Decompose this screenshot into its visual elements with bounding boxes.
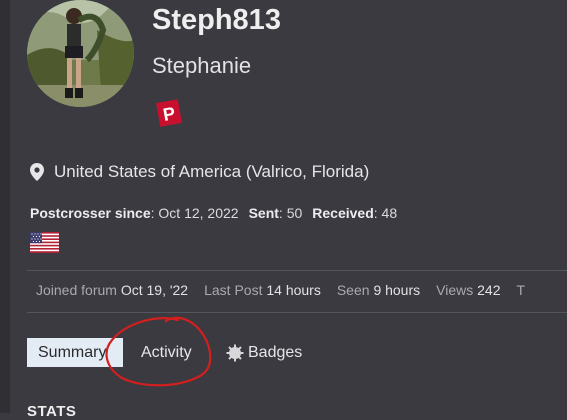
- seen-label: Seen: [336, 282, 370, 298]
- postcrosser-since-value: : Oct 12, 2022: [150, 205, 239, 221]
- map-pin-icon: [30, 163, 44, 181]
- avatar[interactable]: [27, 0, 134, 107]
- us-flag-icon: [30, 232, 59, 253]
- forum-trailing-text: T: [516, 282, 526, 298]
- views-value: 242: [477, 282, 501, 298]
- red-annotation-circle: [105, 316, 212, 387]
- location-text: United States of America (Valrico, Flori…: [54, 162, 370, 181]
- sent-value: : 50: [278, 205, 303, 221]
- postcrossing-logo-icon: P: [155, 98, 183, 128]
- received-value: : 48: [373, 205, 398, 221]
- location: United States of America (Valrico, Flori…: [30, 162, 369, 182]
- tab-badges-label: Badges: [248, 344, 303, 361]
- section-heading-stats: STATS: [27, 403, 77, 420]
- seen-value: 9 hours: [373, 282, 421, 298]
- last-post-label: Last Post: [204, 282, 263, 298]
- profile-photo: [27, 0, 134, 107]
- last-post-value: 14 hours: [266, 282, 321, 298]
- profile-full-name: Stephanie: [152, 53, 252, 78]
- tab-summary-label: Summary: [38, 343, 107, 361]
- received-label: Received: [312, 205, 374, 221]
- forum-stats: Joined forum Oct 19, '22 Last Post 14 hou…: [36, 282, 525, 298]
- left-strip: [0, 0, 10, 413]
- profile-username: Steph813: [152, 4, 281, 36]
- postcrossing-stats: Postcrosser since: Oct 12, 2022 Sent: 50 R…: [30, 205, 397, 221]
- joined-forum-label: Joined forum: [36, 282, 117, 298]
- joined-forum-value: Oct 19, '22: [120, 282, 189, 298]
- views-label: Views: [436, 282, 474, 298]
- tab-badges[interactable]: Badges: [226, 344, 302, 362]
- sent-label: Sent: [248, 205, 279, 221]
- divider-top: [27, 270, 567, 271]
- gear-icon: [226, 344, 244, 362]
- postcrosser-since-label: Postcrosser since: [30, 205, 151, 221]
